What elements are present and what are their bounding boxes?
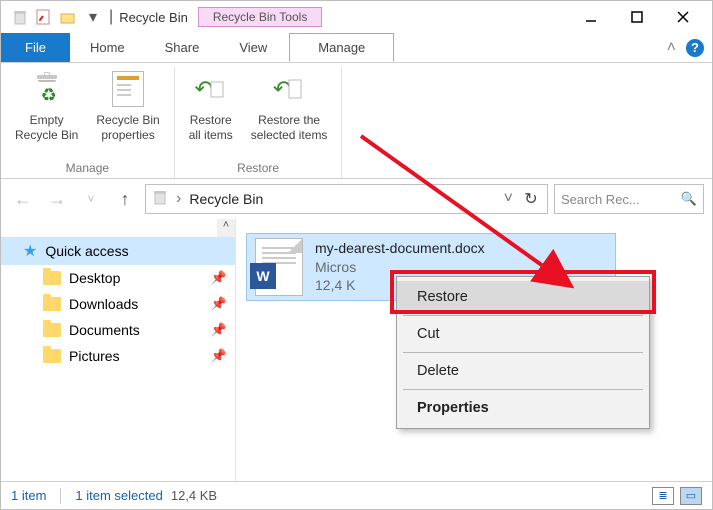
collapse-ribbon-icon[interactable]: ˄ [667, 39, 676, 57]
chevron-right-icon[interactable]: › [176, 190, 181, 208]
file-name-label: my-dearest-document.docx [315, 239, 485, 258]
contextual-tools-tab: Recycle Bin Tools [198, 7, 323, 27]
navigation-bar: ← → ˅ ↑ › Recycle Bin ˅ ↻ Search Rec... … [1, 179, 712, 219]
explorer-window: ▾ | Recycle Bin Recycle Bin Tools File H… [0, 0, 713, 510]
titlebar: ▾ | Recycle Bin Recycle Bin Tools [1, 1, 712, 33]
sidebar-item-desktop[interactable]: Desktop 📌 [1, 265, 235, 291]
tab-manage[interactable]: Manage [289, 33, 394, 62]
status-bar: 1 item 1 item selected 12,4 KB ≣ ▭ [1, 481, 712, 509]
context-menu-cut[interactable]: Cut [397, 318, 649, 350]
ribbon-group-restore: ↶ Restore all items ↶ Restore the select… [175, 67, 343, 178]
context-menu-separator [403, 389, 643, 390]
ribbon-tabs: File Home Share View Manage ˄ ? [1, 33, 712, 63]
tab-share[interactable]: Share [145, 33, 220, 62]
context-menu-properties[interactable]: Properties [397, 392, 649, 424]
tab-file[interactable]: File [1, 33, 70, 62]
address-dropdown-icon[interactable]: ˅ [504, 190, 513, 208]
window-title: Recycle Bin [119, 10, 188, 25]
address-bar[interactable]: › Recycle Bin ˅ ↻ [145, 184, 548, 214]
restore-all-items-button[interactable]: ↶ Restore all items [183, 67, 239, 159]
context-menu-delete[interactable]: Delete [397, 355, 649, 387]
view-large-icons-button[interactable]: ▭ [680, 487, 702, 505]
context-menu-separator [403, 315, 643, 316]
search-icon: 🔍 [681, 191, 697, 207]
context-menu: Restore Cut Delete Properties [396, 276, 650, 429]
tab-view[interactable]: View [219, 33, 287, 62]
pin-icon: 📌 [211, 296, 227, 312]
restore-selected-items-button[interactable]: ↶ Restore the selected items [245, 67, 334, 159]
search-input[interactable]: Search Rec... 🔍 [554, 184, 704, 214]
qat-properties-icon[interactable] [35, 8, 53, 26]
refresh-button[interactable]: ↻ [521, 189, 541, 209]
folder-icon [43, 349, 61, 363]
ribbon-group-manage: ♻ Empty Recycle Bin Recycle Bin properti… [1, 67, 175, 178]
folder-icon [43, 297, 61, 311]
nav-back-button[interactable]: ← [9, 185, 37, 213]
sidebar-item-quick-access[interactable]: ★ Quick access [1, 237, 235, 265]
search-placeholder: Search Rec... [561, 192, 640, 207]
close-button[interactable] [660, 2, 706, 32]
recycle-bin-icon [11, 8, 29, 26]
maximize-button[interactable] [614, 2, 660, 32]
ribbon-group-label: Restore [237, 159, 279, 176]
context-menu-restore[interactable]: Restore [397, 281, 649, 313]
pin-icon: 📌 [211, 348, 227, 364]
ribbon-group-label: Manage [66, 159, 109, 176]
status-item-count: 1 item [11, 488, 46, 503]
sidebar-item-documents[interactable]: Documents 📌 [1, 317, 235, 343]
folder-icon [43, 323, 61, 337]
scrollbar-up-icon[interactable]: ˄ [217, 219, 235, 237]
file-type-label: Micros [315, 258, 485, 277]
help-icon[interactable]: ? [686, 39, 704, 57]
tab-home[interactable]: Home [70, 33, 145, 62]
nav-history-dropdown[interactable]: ˅ [77, 185, 105, 213]
nav-forward-button[interactable]: → [43, 185, 71, 213]
nav-up-button[interactable]: ↑ [111, 185, 139, 213]
empty-recycle-bin-button[interactable]: ♻ Empty Recycle Bin [9, 67, 84, 159]
context-menu-separator [403, 352, 643, 353]
pin-icon: 📌 [211, 270, 227, 286]
ribbon: ♻ Empty Recycle Bin Recycle Bin properti… [1, 63, 712, 179]
status-selected-count: 1 item selected [75, 488, 162, 503]
word-document-icon: W [255, 238, 303, 296]
status-selected-size: 12,4 KB [171, 488, 217, 503]
navigation-pane: ˄ ★ Quick access Desktop 📌 Downloads 📌 D… [1, 219, 236, 481]
quick-access-star-icon: ★ [23, 241, 37, 261]
sidebar-item-downloads[interactable]: Downloads 📌 [1, 291, 235, 317]
pin-icon: 📌 [211, 322, 227, 338]
qat-newfolder-icon[interactable] [59, 8, 77, 26]
folder-icon [43, 271, 61, 285]
minimize-button[interactable] [568, 2, 614, 32]
address-location[interactable]: Recycle Bin [189, 191, 263, 207]
recycle-bin-properties-button[interactable]: Recycle Bin properties [90, 67, 165, 159]
sidebar-item-pictures[interactable]: Pictures 📌 [1, 343, 235, 369]
qat-dropdown-icon[interactable]: ▾ [89, 7, 97, 27]
view-details-button[interactable]: ≣ [652, 487, 674, 505]
recycle-bin-icon [152, 189, 168, 210]
